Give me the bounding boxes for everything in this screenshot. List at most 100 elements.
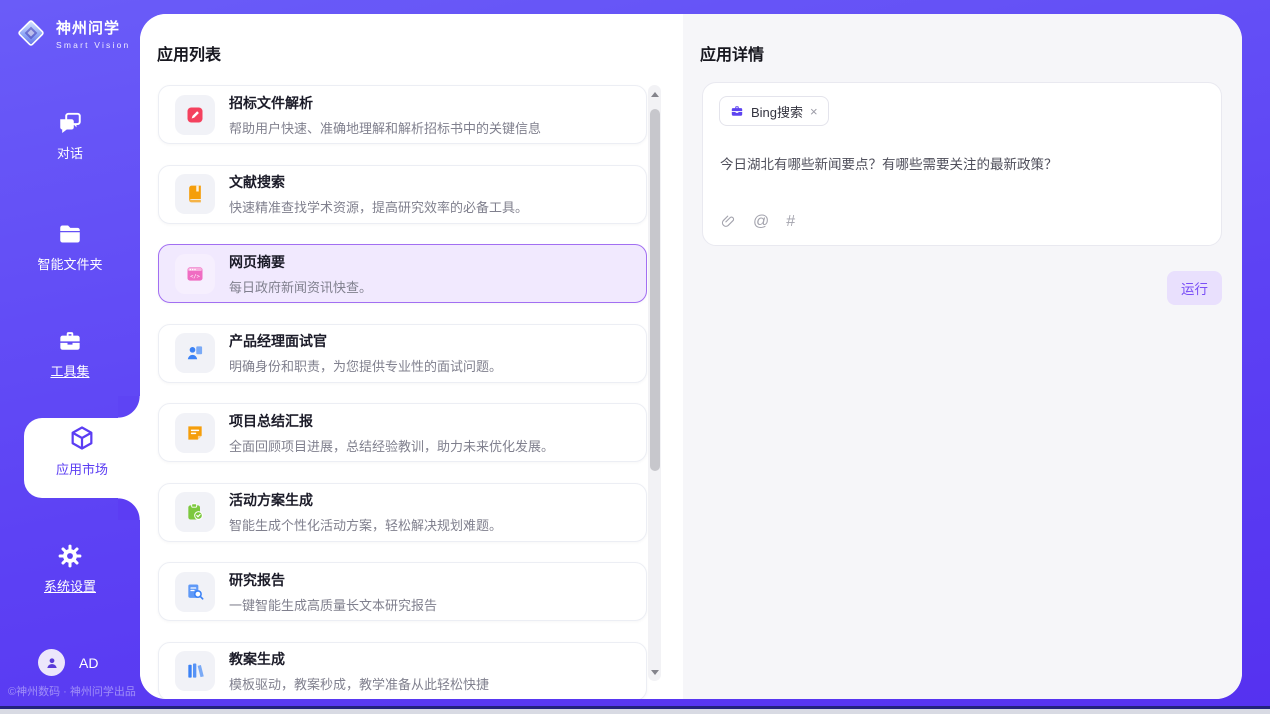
avatar bbox=[38, 649, 65, 676]
tool-chip-bing-search[interactable]: Bing搜索 × bbox=[719, 96, 829, 126]
app-detail-panel: 应用详情 Bing搜索 × 今日湖北有哪些新闻要点？有哪些需要关注的最新政策？ … bbox=[683, 14, 1242, 699]
gear-icon bbox=[57, 543, 83, 569]
app-name: 教案生成 bbox=[229, 649, 489, 669]
list-item-literature-search[interactable]: 文献搜索 快速精准查找学术资源，提高研究效率的必备工具。 bbox=[158, 165, 647, 224]
list-item-web-summary[interactable]: </> 网页摘要 每日政府新闻资讯快查。 bbox=[158, 244, 647, 303]
list-item-lesson-plan[interactable]: 教案生成 模板驱动，教案秒成，教学准备从此轻松快捷 bbox=[158, 642, 647, 700]
app-name: 网页摘要 bbox=[229, 252, 372, 272]
app-icon-tile bbox=[175, 413, 215, 453]
app-name: 文献搜索 bbox=[229, 172, 528, 192]
clipboard-check-icon bbox=[185, 502, 205, 522]
main-surface: 应用列表 招标文件解析 帮助用户快速、准确地理解和解析招标书中的关键信息 bbox=[140, 14, 1242, 699]
sidebar-item-label: 智能文件夹 bbox=[0, 254, 140, 273]
app-name: 招标文件解析 bbox=[229, 93, 541, 113]
user-name: AD bbox=[79, 655, 98, 671]
app-text: 教案生成 模板驱动，教案秒成，教学准备从此轻松快捷 bbox=[229, 649, 489, 693]
list-item-research-report[interactable]: 研究报告 一键智能生成高质量长文本研究报告 bbox=[158, 562, 647, 621]
app-description: 全面回顾项目进展，总结经验教训，助力未来优化发展。 bbox=[229, 436, 554, 455]
app-detail-title: 应用详情 bbox=[700, 41, 764, 65]
sidebar-item-chat[interactable]: 对话 bbox=[0, 110, 140, 162]
run-button[interactable]: 运行 bbox=[1167, 271, 1222, 305]
toolbox-icon bbox=[57, 328, 83, 354]
app-name: 产品经理面试官 bbox=[229, 331, 502, 351]
bubble-curve-top bbox=[118, 396, 140, 418]
list-item-bid-document-analysis[interactable]: 招标文件解析 帮助用户快速、准确地理解和解析招标书中的关键信息 bbox=[158, 85, 647, 144]
sidebar-item-toolbox[interactable]: 工具集 bbox=[0, 328, 140, 380]
bubble-curve-bottom bbox=[118, 498, 140, 520]
interviewer-icon bbox=[185, 343, 205, 363]
sidebar-item-label: 对话 bbox=[0, 143, 140, 162]
composer-toolbar: @ # bbox=[720, 213, 795, 231]
app-text: 文献搜索 快速精准查找学术资源，提高研究效率的必备工具。 bbox=[229, 172, 528, 216]
brand-subtitle: Smart Vision bbox=[56, 40, 130, 50]
prompt-text-input[interactable]: 今日湖北有哪些新闻要点？有哪些需要关注的最新政策？ bbox=[720, 153, 1200, 173]
book-icon bbox=[185, 184, 205, 204]
scrollbar-thumb[interactable] bbox=[650, 109, 660, 471]
app-description: 明确身份和职责，为您提供专业性的面试问题。 bbox=[229, 356, 502, 375]
app-list-panel: 应用列表 招标文件解析 帮助用户快速、准确地理解和解析招标书中的关键信息 bbox=[140, 14, 683, 699]
brand-name: 神州问学 bbox=[56, 17, 130, 38]
prompt-card: Bing搜索 × 今日湖北有哪些新闻要点？有哪些需要关注的最新政策？ @ # bbox=[702, 82, 1222, 246]
diamond-logo-icon bbox=[14, 16, 48, 50]
briefcase-icon bbox=[730, 104, 744, 118]
app-text: 招标文件解析 帮助用户快速、准确地理解和解析招标书中的关键信息 bbox=[229, 93, 541, 137]
sidebar: 神州问学 Smart Vision 对话 智能文件夹 bbox=[0, 0, 140, 706]
list-scrollbar[interactable] bbox=[648, 85, 661, 681]
sidebar-item-label: 工具集 bbox=[0, 361, 140, 380]
app-text: 项目总结汇报 全面回顾项目进展，总结经验教训，助力未来优化发展。 bbox=[229, 411, 554, 455]
desktop-strip bbox=[0, 709, 1270, 714]
app-description: 快速精准查找学术资源，提高研究效率的必备工具。 bbox=[229, 197, 528, 216]
scroll-up-button[interactable] bbox=[648, 87, 661, 101]
mention-icon[interactable]: @ bbox=[753, 213, 769, 231]
list-item-project-summary[interactable]: 项目总结汇报 全面回顾项目进展，总结经验教训，助力未来优化发展。 bbox=[158, 403, 647, 462]
app-icon-tile bbox=[175, 95, 215, 135]
sidebar-item-settings[interactable]: 系统设置 bbox=[0, 543, 140, 595]
app-text: 网页摘要 每日政府新闻资讯快查。 bbox=[229, 252, 372, 296]
browser-code-icon: </> bbox=[185, 264, 205, 284]
app-description: 帮助用户快速、准确地理解和解析招标书中的关键信息 bbox=[229, 118, 541, 137]
cube-icon bbox=[68, 424, 96, 452]
paperclip-icon[interactable] bbox=[720, 214, 736, 230]
app-icon-tile bbox=[175, 492, 215, 532]
svg-text:</>: </> bbox=[190, 273, 201, 279]
app-description: 模板驱动，教案秒成，教学准备从此轻松快捷 bbox=[229, 674, 489, 693]
sidebar-item-smart-folder[interactable]: 智能文件夹 bbox=[0, 221, 140, 273]
app-name: 研究报告 bbox=[229, 570, 437, 590]
app-list-title: 应用列表 bbox=[157, 41, 221, 65]
app-icon-tile bbox=[175, 174, 215, 214]
brand-logo: 神州问学 Smart Vision bbox=[14, 16, 130, 50]
edit-square-icon bbox=[185, 105, 205, 125]
app-icon-tile bbox=[175, 333, 215, 373]
app-description: 每日政府新闻资讯快查。 bbox=[229, 277, 372, 296]
user-account[interactable]: AD bbox=[38, 649, 98, 676]
app-text: 活动方案生成 智能生成个性化活动方案，轻松解决规划难题。 bbox=[229, 490, 502, 534]
app-text: 研究报告 一键智能生成高质量长文本研究报告 bbox=[229, 570, 437, 614]
app-icon-tile: </> bbox=[175, 254, 215, 294]
triangle-down-icon bbox=[651, 670, 659, 675]
note-icon bbox=[185, 423, 205, 443]
books-icon bbox=[185, 661, 205, 681]
sidebar-item-label: 应用市场 bbox=[24, 459, 140, 478]
app-list: 招标文件解析 帮助用户快速、准确地理解和解析招标书中的关键信息 文献搜索 bbox=[158, 85, 647, 699]
scroll-down-button[interactable] bbox=[648, 665, 661, 679]
chip-close-icon[interactable]: × bbox=[810, 105, 818, 118]
tool-chip-label: Bing搜索 bbox=[751, 102, 803, 121]
chat-icon bbox=[57, 110, 83, 136]
sidebar-item-app-market[interactable]: 应用市场 bbox=[24, 424, 140, 478]
triangle-up-icon bbox=[651, 92, 659, 97]
app-description: 一键智能生成高质量长文本研究报告 bbox=[229, 595, 437, 614]
folder-icon bbox=[57, 221, 83, 247]
app-name: 活动方案生成 bbox=[229, 490, 502, 510]
list-item-event-plan[interactable]: 活动方案生成 智能生成个性化活动方案，轻松解决规划难题。 bbox=[158, 483, 647, 542]
app-icon-tile bbox=[175, 651, 215, 691]
list-item-pm-interviewer[interactable]: 产品经理面试官 明确身份和职责，为您提供专业性的面试问题。 bbox=[158, 324, 647, 383]
sidebar-item-label: 系统设置 bbox=[0, 576, 140, 595]
app-window: 神州问学 Smart Vision 对话 智能文件夹 bbox=[0, 0, 1270, 714]
hash-icon[interactable]: # bbox=[786, 213, 795, 231]
copyright-footer: ©神州数码 · 神州问学出品 bbox=[8, 683, 142, 699]
app-icon-tile bbox=[175, 572, 215, 612]
research-icon bbox=[185, 582, 205, 602]
app-text: 产品经理面试官 明确身份和职责，为您提供专业性的面试问题。 bbox=[229, 331, 502, 375]
app-description: 智能生成个性化活动方案，轻松解决规划难题。 bbox=[229, 515, 502, 534]
brand-text: 神州问学 Smart Vision bbox=[56, 17, 130, 50]
